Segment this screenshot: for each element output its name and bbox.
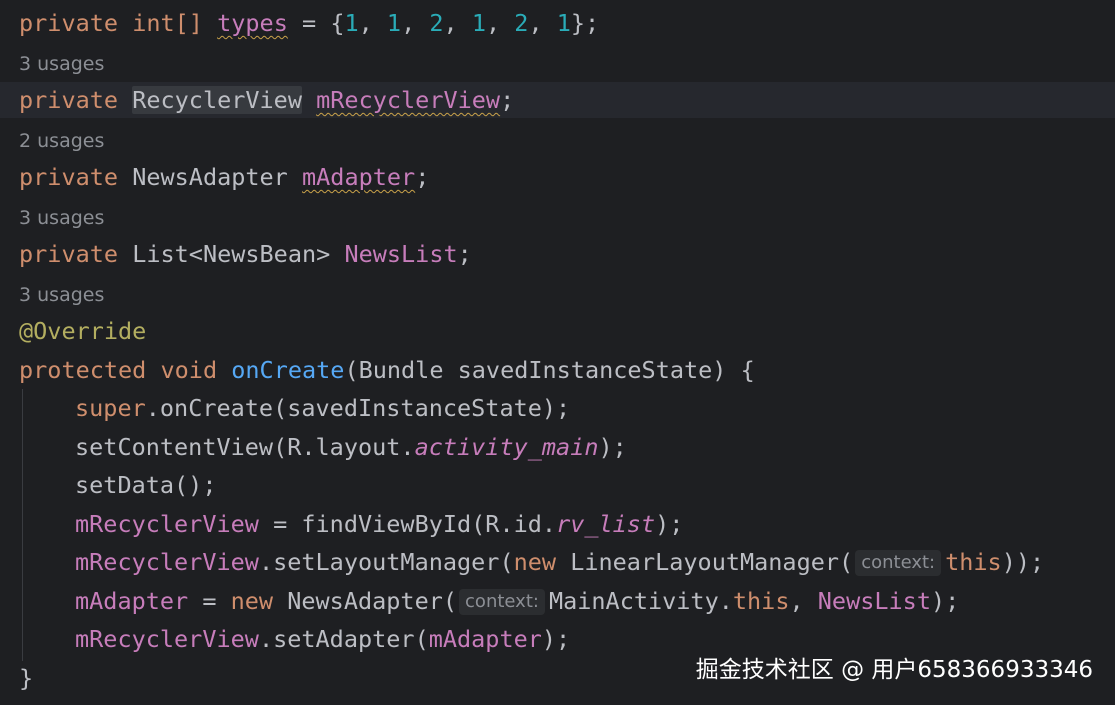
keyword-new: new bbox=[513, 548, 557, 576]
keyword-private: private bbox=[19, 86, 119, 114]
comma: , bbox=[789, 587, 818, 615]
watermark: 掘金技术社区 @ 用户658366933346 bbox=[695, 657, 1093, 683]
number-literal: 1 bbox=[471, 9, 486, 37]
semicolon: ; bbox=[500, 86, 515, 114]
code-editor[interactable]: private int[] types = {1, 1, 2, 1, 2, 1}… bbox=[0, 0, 1115, 705]
field-mrecyclerview[interactable]: mRecyclerView bbox=[75, 625, 259, 653]
brace-close: } bbox=[570, 9, 586, 37]
code-line-new-newsadapter[interactable]: mAdapter = new NewsAdapter(context: MainA… bbox=[0, 583, 1115, 619]
param-hint-context: context: bbox=[459, 589, 545, 615]
param-hint-context: context: bbox=[855, 550, 942, 576]
code-text: mRecyclerView.setLayoutManager(new Linea… bbox=[75, 544, 1044, 580]
field-madapter[interactable]: mAdapter bbox=[302, 163, 415, 191]
param-list: (Bundle savedInstanceState) { bbox=[344, 356, 755, 384]
usages-hint-newslist[interactable]: 3 usages bbox=[0, 203, 1115, 233]
ctor-newsadapter: NewsAdapter( bbox=[273, 587, 458, 615]
assign-operator: = bbox=[188, 587, 231, 615]
brace-close: } bbox=[19, 664, 34, 692]
field-mrecyclerview[interactable]: mRecyclerView bbox=[75, 548, 259, 576]
type-newsadapter[interactable]: NewsAdapter bbox=[132, 163, 288, 191]
number-literal: 1 bbox=[386, 9, 402, 37]
usages-hint-madapter[interactable]: 2 usages bbox=[0, 126, 1115, 156]
close-paren: ); bbox=[655, 510, 684, 538]
call-setadapter: .setAdapter( bbox=[258, 625, 429, 653]
number-literal: 1 bbox=[556, 9, 571, 37]
call-setdata: setData(); bbox=[75, 471, 217, 499]
close-paren: ); bbox=[598, 433, 627, 461]
code-text: protected void onCreate(Bundle savedInst… bbox=[19, 352, 755, 388]
code-text: mAdapter = new NewsAdapter(context: MainA… bbox=[75, 583, 959, 619]
code-text: private NewsAdapter mAdapter; bbox=[19, 159, 429, 195]
code-text: setContentView(R.layout.activity_main); bbox=[75, 429, 627, 465]
comma: , bbox=[401, 9, 430, 37]
field-madapter[interactable]: mAdapter bbox=[429, 625, 542, 653]
ctor-linearlayoutmanager: LinearLayoutManager( bbox=[556, 548, 854, 576]
code-line-setdata[interactable]: setData(); bbox=[0, 467, 1115, 503]
keyword-this: this bbox=[732, 587, 790, 615]
comma: , bbox=[528, 9, 557, 37]
field-mrecyclerview[interactable]: mRecyclerView bbox=[75, 510, 259, 538]
code-text: private RecyclerView mRecyclerView; bbox=[19, 82, 514, 118]
class-mainactivity[interactable]: MainActivity. bbox=[549, 587, 733, 615]
code-line-findviewbyid[interactable]: mRecyclerView = findViewById(R.id.rv_lis… bbox=[0, 506, 1115, 542]
keyword-private: private bbox=[19, 163, 119, 191]
field-types[interactable]: types bbox=[217, 9, 288, 37]
method-oncreate[interactable]: onCreate bbox=[231, 356, 344, 384]
annotation-override: @Override bbox=[19, 317, 147, 345]
code-text: mRecyclerView = findViewById(R.id.rv_lis… bbox=[75, 506, 683, 542]
code-text: mRecyclerView.setAdapter(mAdapter); bbox=[75, 621, 570, 657]
keyword-private: private bbox=[19, 240, 119, 268]
semicolon: ; bbox=[457, 240, 472, 268]
code-line-types[interactable]: private int[] types = {1, 1, 2, 1, 2, 1}… bbox=[0, 5, 1115, 41]
code-line-override[interactable]: @Override bbox=[0, 313, 1115, 349]
code-text: private int[] types = {1, 1, 2, 1, 2, 1}… bbox=[19, 5, 599, 41]
close-paren: ); bbox=[930, 587, 960, 615]
number-literal: 2 bbox=[514, 9, 529, 37]
keyword-void: void bbox=[160, 356, 218, 384]
number-literal: 1 bbox=[344, 9, 359, 37]
code-line-mrecyclerview[interactable]: private RecyclerView mRecyclerView; bbox=[0, 82, 1115, 118]
comma: , bbox=[358, 9, 387, 37]
keyword-new: new bbox=[230, 587, 274, 615]
type-int-array: int[] bbox=[132, 9, 203, 37]
assign-operator: = bbox=[287, 9, 331, 37]
call-setcontentview: setContentView(R.layout. bbox=[75, 433, 415, 461]
usages-hint-mrecyclerview[interactable]: 3 usages bbox=[0, 49, 1115, 79]
close-paren: )); bbox=[1001, 548, 1045, 576]
keyword-protected: protected bbox=[19, 356, 147, 384]
code-line-setlayoutmanager[interactable]: mRecyclerView.setLayoutManager(new Linea… bbox=[0, 544, 1115, 580]
call-oncreate: .onCreate(savedInstanceState); bbox=[145, 394, 571, 422]
call-setlayoutmanager: .setLayoutManager( bbox=[258, 548, 514, 576]
field-mrecyclerview[interactable]: mRecyclerView bbox=[316, 86, 500, 114]
code-text: super.onCreate(savedInstanceState); bbox=[75, 390, 570, 426]
code-line-super-oncreate[interactable]: super.onCreate(savedInstanceState); bbox=[0, 390, 1115, 426]
field-madapter[interactable]: mAdapter bbox=[75, 587, 188, 615]
semicolon: ; bbox=[585, 9, 600, 37]
code-line-oncreate-signature[interactable]: protected void onCreate(Bundle savedInst… bbox=[0, 352, 1115, 388]
keyword-super: super bbox=[75, 394, 146, 422]
field-newslist[interactable]: NewsList bbox=[818, 587, 931, 615]
close-paren: ); bbox=[541, 625, 571, 653]
field-newslist[interactable]: NewsList bbox=[344, 240, 457, 268]
code-text: private List<NewsBean> NewsList; bbox=[19, 236, 472, 272]
layout-activity-main[interactable]: activity_main bbox=[415, 433, 599, 461]
semicolon: ; bbox=[415, 163, 430, 191]
code-line-madapter[interactable]: private NewsAdapter mAdapter; bbox=[0, 159, 1115, 195]
comma: , bbox=[443, 9, 472, 37]
usages-hint-oncreate[interactable]: 3 usages bbox=[0, 280, 1115, 310]
type-recyclerview[interactable]: RecyclerView bbox=[132, 86, 302, 114]
keyword-private: private bbox=[19, 9, 119, 37]
comma: , bbox=[485, 9, 515, 37]
id-rv-list[interactable]: rv_list bbox=[556, 510, 655, 538]
code-line-setcontentview[interactable]: setContentView(R.layout.activity_main); bbox=[0, 429, 1115, 465]
code-line-newslist[interactable]: private List<NewsBean> NewsList; bbox=[0, 236, 1115, 272]
call-findviewbyid: = findViewById(R.id. bbox=[258, 510, 557, 538]
type-list-newsbean[interactable]: List<NewsBean> bbox=[132, 240, 330, 268]
brace-open: { bbox=[330, 9, 345, 37]
keyword-this: this bbox=[945, 548, 1002, 576]
number-literal: 2 bbox=[429, 9, 444, 37]
